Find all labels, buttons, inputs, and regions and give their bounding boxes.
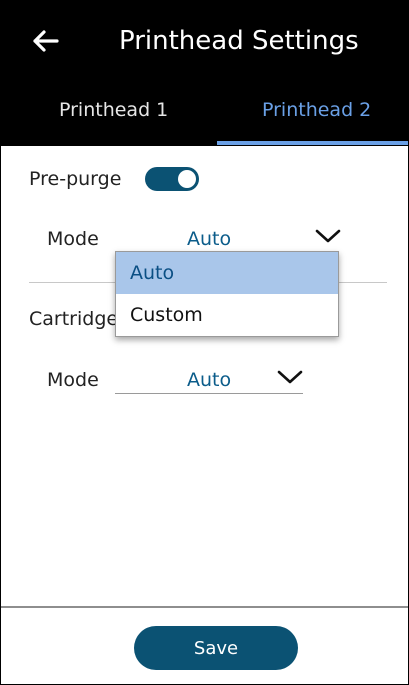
prepurge-label: Pre-purge: [29, 168, 122, 190]
app-frame: Printhead Settings Printhead 1 Printhead…: [0, 0, 409, 685]
cartridge-mode-label: Mode: [47, 369, 99, 391]
app-header: Printhead Settings Printhead 1 Printhead…: [1, 1, 408, 146]
arrow-left-icon: [33, 30, 59, 52]
cartridge-mode-underline: [115, 393, 303, 394]
back-button[interactable]: [27, 23, 63, 59]
dropdown-option-custom[interactable]: Custom: [116, 294, 338, 336]
tab-printhead-2[interactable]: Printhead 2: [262, 97, 371, 123]
prepurge-mode-select[interactable]: Auto: [187, 227, 231, 251]
toggle-knob: [178, 170, 196, 188]
prepurge-mode-label: Mode: [47, 228, 99, 250]
save-button[interactable]: Save: [134, 626, 298, 670]
dropdown-option-auto[interactable]: Auto: [116, 252, 338, 294]
cartridge-mode-select[interactable]: Auto: [187, 368, 231, 392]
footer-divider: [1, 606, 408, 608]
mode-dropdown-menu: Auto Custom: [115, 251, 339, 337]
chevron-down-icon[interactable]: [277, 369, 303, 385]
cartridge-label: Cartridge: [29, 308, 119, 330]
tab-printhead-1[interactable]: Printhead 1: [59, 97, 168, 123]
active-tab-indicator: [217, 141, 408, 145]
page-title: Printhead Settings: [119, 26, 359, 56]
prepurge-toggle[interactable]: [145, 167, 199, 191]
chevron-down-icon[interactable]: [315, 228, 341, 244]
